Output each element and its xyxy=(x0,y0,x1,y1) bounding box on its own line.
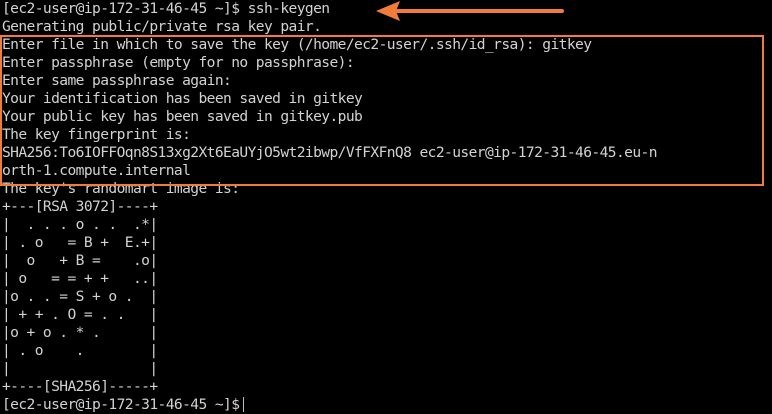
command-line: [ec2-user@ip-172-31-46-45 ~]$ ssh-keygen xyxy=(2,0,330,17)
terminal-window[interactable]: [ec2-user@ip-172-31-46-45 ~]$ ssh-keygen… xyxy=(0,0,772,414)
output-line: Enter passphrase (empty for no passphras… xyxy=(2,54,355,71)
randomart-line: | o = = + + ..| xyxy=(2,270,158,287)
output-line: Generating public/private rsa key pair. xyxy=(2,18,322,35)
randomart-line: | . o = B + E.+| xyxy=(2,234,158,251)
fingerprint-line: SHA256:To6IOFFOqn8S13xg2Xt6EaUYjO5wt2ibw… xyxy=(2,144,658,161)
output-line: Your identification has been saved in gi… xyxy=(2,90,363,107)
output-line: Your public key has been saved in gitkey… xyxy=(2,108,363,125)
prompt-line[interactable]: [ec2-user@ip-172-31-46-45 ~]$ xyxy=(2,396,657,414)
randomart-line: |o . . = S + o . | xyxy=(2,288,158,305)
fingerprint-line-continued: orth-1.compute.internal xyxy=(2,162,191,179)
randomart-line: +---[RSA 3072]----+ xyxy=(2,198,158,215)
output-line: The key fingerprint is: xyxy=(2,126,191,143)
randomart-line: | . . . o . . .*| xyxy=(2,216,158,233)
randomart-line: +----[SHA256]-----+ xyxy=(2,378,158,395)
output-line: Enter file in which to save the key (/ho… xyxy=(2,36,592,53)
randomart-line: | + + . O = . . | xyxy=(2,306,158,323)
randomart-line: | . o . | xyxy=(2,342,158,359)
shell-prompt: [ec2-user@ip-172-31-46-45 ~]$ xyxy=(2,396,240,413)
randomart-line: | | xyxy=(2,360,158,377)
terminal-output: [ec2-user@ip-172-31-46-45 ~]$ ssh-keygen… xyxy=(2,0,658,414)
output-line: The key's randomart image is: xyxy=(2,180,240,197)
randomart-line: | o + B = .o| xyxy=(2,252,158,269)
randomart-line: |o + o . * . | xyxy=(2,324,158,341)
text-cursor xyxy=(243,397,245,412)
output-line: Enter same passphrase again: xyxy=(2,72,232,89)
